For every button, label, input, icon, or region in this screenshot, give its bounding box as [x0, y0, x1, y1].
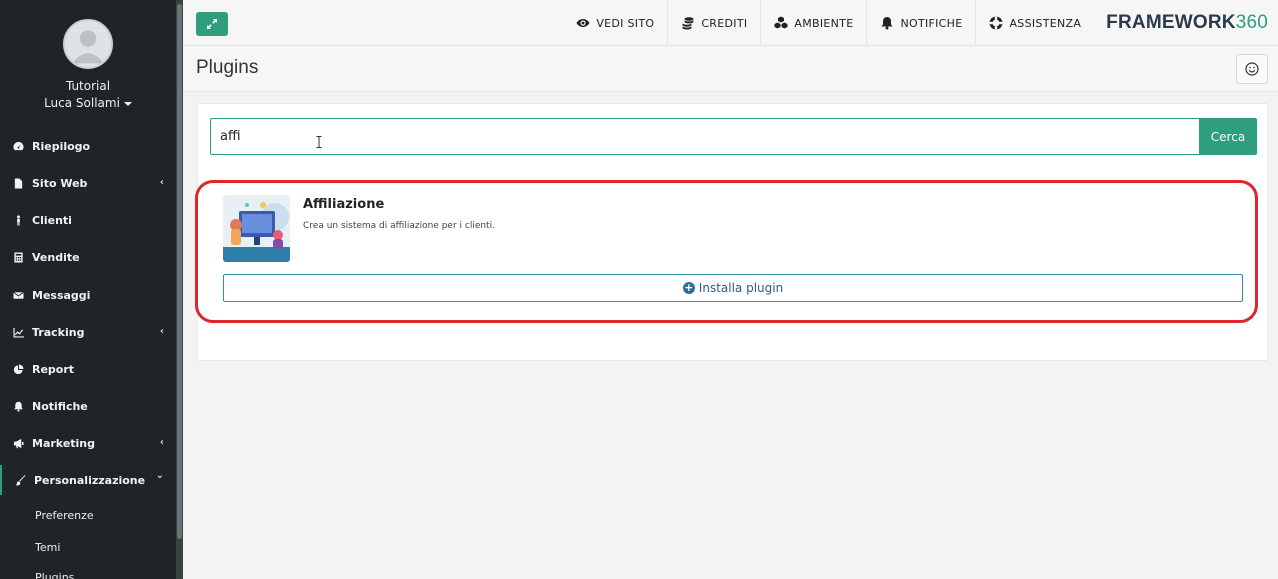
- sidebar-item-label: Marketing: [32, 436, 96, 450]
- line-chart-icon: [12, 326, 24, 338]
- plugin-thumbnail: [223, 195, 290, 262]
- sidebar: Tutorial Luca Sollami Riepilogo Sito Web…: [0, 0, 183, 579]
- sidebar-item-label: Riepilogo: [32, 139, 91, 153]
- sidebar-item-sito-web[interactable]: Sito Web ‹: [0, 168, 176, 198]
- assistenza-link[interactable]: ASSISTENZA: [975, 0, 1094, 46]
- smile-icon: [1245, 62, 1259, 76]
- top-links: VEDI SITO CREDITI AMBIENTE NOTIFICHE ASS…: [563, 0, 1278, 46]
- eye-icon: [576, 19, 590, 27]
- page-header: Plugins: [183, 46, 1278, 92]
- sidebar-item-marketing[interactable]: Marketing ‹: [0, 428, 176, 458]
- sidebar-scrollbar[interactable]: [176, 0, 183, 579]
- brand-logo[interactable]: FRAMEWORK360: [1094, 12, 1278, 34]
- sidebar-item-messaggi[interactable]: Messaggi: [0, 280, 176, 310]
- user-menu[interactable]: Luca Sollami: [0, 96, 176, 110]
- install-plugin-label: Installa plugin: [698, 281, 784, 295]
- sidebar-item-clienti[interactable]: Clienti: [0, 205, 176, 235]
- brand-main: FRAMEWORK: [1106, 12, 1236, 33]
- search-input[interactable]: [210, 118, 1200, 155]
- vedi-sito-link[interactable]: VEDI SITO: [563, 0, 667, 46]
- dashboard-icon: [12, 140, 24, 152]
- brand-accent: 360: [1235, 12, 1268, 33]
- sidebar-item-notifiche[interactable]: Notifiche: [0, 391, 176, 421]
- sidebar-item-label: Tracking: [32, 325, 85, 339]
- top-link-label: VEDI SITO: [596, 16, 655, 30]
- avatar[interactable]: [63, 19, 113, 69]
- sidebar-subitem-temi[interactable]: Temi: [0, 534, 176, 560]
- top-link-label: NOTIFICHE: [900, 16, 963, 30]
- text-cursor-icon: [316, 136, 322, 148]
- expand-icon: [207, 19, 217, 29]
- plugin-search-card: Cerca Affiliazione Crea un sistema di af…: [195, 103, 1268, 361]
- user-org: Tutorial: [65, 79, 111, 93]
- sidebar-item-vendite[interactable]: Vendite: [0, 242, 176, 272]
- install-plugin-button[interactable]: + Installa plugin: [223, 274, 1243, 302]
- sidebar-item-label: Clienti: [32, 213, 72, 227]
- ambiente-link[interactable]: AMBIENTE: [760, 0, 866, 46]
- calculator-icon: [12, 251, 24, 263]
- bell-icon: [12, 400, 24, 412]
- plus-circle-icon: +: [682, 281, 695, 294]
- chevron-down-icon: ⌄: [155, 470, 164, 481]
- caret-down-icon: [123, 101, 132, 106]
- sidebar-subitem-preferenze[interactable]: Preferenze: [0, 502, 176, 528]
- user-name: Luca Sollami: [44, 96, 120, 110]
- notifiche-link[interactable]: NOTIFICHE: [866, 0, 975, 46]
- page-title: Plugins: [196, 57, 259, 78]
- plugin-name: Affiliazione: [303, 197, 385, 212]
- brush-icon: [14, 474, 26, 486]
- feedback-button[interactable]: [1236, 54, 1268, 84]
- scrollbar-thumb[interactable]: [177, 4, 182, 539]
- sidebar-item-tracking[interactable]: Tracking ‹: [0, 317, 176, 347]
- lifebuoy-icon: [989, 16, 1003, 30]
- sidebar-item-label: Vendite: [32, 250, 80, 264]
- top-link-label: AMBIENTE: [794, 16, 854, 30]
- coins-icon: [682, 17, 694, 30]
- top-link-label: CREDITI: [701, 16, 748, 30]
- envelope-icon: [12, 289, 24, 301]
- sidebar-item-label: Messaggi: [32, 288, 91, 302]
- chevron-left-icon: ‹: [159, 326, 164, 337]
- plugin-description: Crea un sistema di affiliazione per i cl…: [303, 221, 495, 231]
- chevron-left-icon: ‹: [159, 437, 164, 448]
- bullhorn-icon: [12, 437, 24, 449]
- search-button[interactable]: Cerca: [1199, 118, 1257, 155]
- sidebar-item-report[interactable]: Report: [0, 354, 176, 384]
- crediti-link[interactable]: CREDITI: [667, 0, 760, 46]
- person-icon: [12, 214, 24, 226]
- expand-button[interactable]: [196, 12, 228, 36]
- sidebar-subitem-plugins[interactable]: Plugins: [0, 564, 176, 579]
- sidebar-item-label: Notifiche: [32, 399, 88, 413]
- sidebar-item-riepilogo[interactable]: Riepilogo: [0, 131, 176, 161]
- sidebar-item-personalizzazione[interactable]: Personalizzazione ⌄: [0, 465, 176, 495]
- chevron-left-icon: ‹: [159, 177, 164, 188]
- pie-chart-icon: [12, 363, 24, 375]
- top-link-label: ASSISTENZA: [1009, 16, 1082, 30]
- sidebar-item-label: Personalizzazione: [34, 473, 146, 487]
- bell-icon: [881, 17, 893, 30]
- sidebar-item-label: Sito Web: [32, 176, 88, 190]
- cubes-icon: [774, 16, 788, 29]
- file-icon: [12, 177, 24, 189]
- sidebar-item-label: Report: [32, 362, 75, 376]
- top-bar: VEDI SITO CREDITI AMBIENTE NOTIFICHE ASS…: [183, 0, 1278, 46]
